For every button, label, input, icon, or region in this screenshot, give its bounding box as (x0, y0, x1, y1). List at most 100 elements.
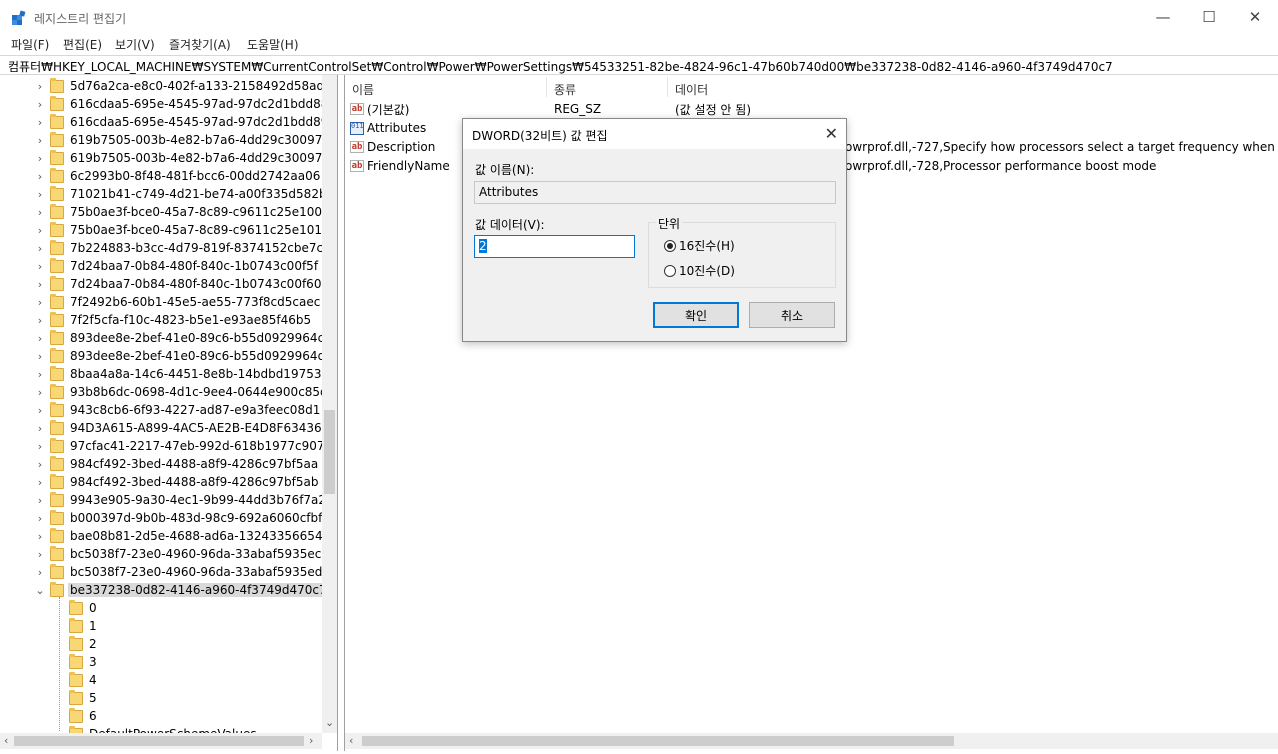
collapsed-chevron-icon[interactable]: › (33, 278, 47, 291)
menu-file[interactable]: 파일(F) (11, 36, 49, 53)
collapsed-chevron-icon[interactable]: › (33, 314, 47, 327)
value-row[interactable]: ab Description (350, 138, 435, 156)
folder-icon (50, 221, 64, 237)
tree-item-selected[interactable]: ⌄ be337238-0d82-4146-a960-4f3749d470c7 (33, 581, 329, 599)
tree-item[interactable]: › 7d24baa7-0b84-480f-840c-1b0743c00f5f (33, 257, 320, 275)
ok-button[interactable]: 확인 (653, 302, 739, 328)
column-divider[interactable] (667, 77, 668, 97)
tree-item[interactable]: › 893dee8e-2bef-41e0-89c6-b55d0929964d (33, 347, 327, 365)
collapsed-chevron-icon[interactable]: › (33, 368, 47, 381)
collapsed-chevron-icon[interactable]: › (33, 242, 47, 255)
menu-help[interactable]: 도움말(H) (247, 36, 299, 53)
collapsed-chevron-icon[interactable]: › (33, 80, 47, 93)
dialog-close-icon[interactable]: ✕ (825, 124, 838, 143)
tree-vertical-scrollbar[interactable] (322, 75, 337, 733)
tree-key-label: 619b7505-003b-4e82-b7a6-4dd29c300971 (70, 133, 330, 147)
scroll-right-arrow-icon[interactable]: › (309, 734, 313, 747)
tree-vertical-scroll-thumb[interactable] (324, 410, 335, 494)
tree-item[interactable]: › 984cf492-3bed-4488-a8f9-4286c97bf5ab (33, 473, 320, 491)
collapsed-chevron-icon[interactable]: › (33, 386, 47, 399)
tree-item[interactable]: › 7d24baa7-0b84-480f-840c-1b0743c00f60 (33, 275, 323, 293)
tree-item[interactable]: › 9943e905-9a30-4ec1-9b99-44dd3b76f7a2 (33, 491, 328, 509)
radio-hex[interactable]: 16진수(H) (664, 237, 735, 254)
tree-item[interactable]: › 616cdaa5-695e-4545-97ad-97dc2d1bdd88 (33, 95, 330, 113)
menu-view[interactable]: 보기(V) (115, 36, 155, 53)
collapsed-chevron-icon[interactable]: › (33, 134, 47, 147)
collapsed-chevron-icon[interactable]: › (33, 548, 47, 561)
tree-item[interactable]: › 7f2f5cfa-f10c-4823-b5e1-e93ae85f46b5 (33, 311, 313, 329)
value-row[interactable]: ab (기본값) (350, 100, 409, 118)
tree-item[interactable]: › bae08b81-2d5e-4688-ad6a-13243356654b (33, 527, 332, 545)
collapsed-chevron-icon[interactable]: › (33, 422, 47, 435)
tree-item[interactable]: › b000397d-9b0b-483d-98c9-692a6060cfbf (33, 509, 324, 527)
cancel-button[interactable]: 취소 (749, 302, 835, 328)
radio-dec-dot[interactable] (664, 264, 676, 277)
collapsed-chevron-icon[interactable]: › (33, 404, 47, 417)
column-header-type[interactable]: 종류 (554, 81, 576, 98)
list-horizontal-scroll-thumb[interactable] (362, 736, 954, 746)
tree-item[interactable]: › 7b224883-b3cc-4d79-819f-8374152cbe7c (33, 239, 325, 257)
radio-dec[interactable]: 10진수(D) (664, 262, 735, 279)
collapsed-chevron-icon[interactable]: › (33, 116, 47, 129)
radio-hex-dot[interactable] (664, 239, 676, 252)
tree-item[interactable]: › 7f2492b6-60b1-45e5-ae55-773f8cd5caec (33, 293, 322, 311)
collapsed-chevron-icon[interactable]: › (33, 512, 47, 525)
address-bar[interactable]: 컴퓨터₩HKEY_LOCAL_MACHINE₩SYSTEM₩CurrentCon… (0, 55, 1278, 75)
collapsed-chevron-icon[interactable]: › (33, 188, 47, 201)
tree-item[interactable]: › bc5038f7-23e0-4960-96da-33abaf5935ec (33, 545, 323, 563)
folder-icon (50, 545, 64, 561)
collapsed-chevron-icon[interactable]: › (33, 494, 47, 507)
tree-item[interactable]: › 97cfac41-2217-47eb-992d-618b1977c907 (33, 437, 327, 455)
tree-item[interactable]: › bc5038f7-23e0-4960-96da-33abaf5935ed (33, 563, 324, 581)
tree-horizontal-scroll-thumb[interactable] (14, 736, 304, 746)
folder-icon (50, 563, 64, 579)
tree-item[interactable]: › 619b7505-003b-4e82-b7a6-4dd29c300972 (33, 149, 332, 167)
window-title: 레지스트리 편집기 (34, 12, 127, 26)
tree-item[interactable]: › 6c2993b0-8f48-481f-bcc6-00dd2742aa06 (33, 167, 322, 185)
tree-item[interactable]: › 75b0ae3f-bce0-45a7-8c89-c9611c25e101 (33, 221, 324, 239)
tree-item[interactable]: › 616cdaa5-695e-4545-97ad-97dc2d1bdd89 (33, 113, 330, 131)
tree-item[interactable]: › 75b0ae3f-bce0-45a7-8c89-c9611c25e100 (33, 203, 324, 221)
collapsed-chevron-icon[interactable]: › (33, 476, 47, 489)
collapsed-chevron-icon[interactable]: › (33, 98, 47, 111)
collapsed-chevron-icon[interactable]: › (33, 440, 47, 453)
tree-item[interactable]: › 93b8b6dc-0698-4d1c-9ee4-0644e900c85d (33, 383, 330, 401)
collapsed-chevron-icon[interactable]: › (33, 170, 47, 183)
list-scroll-left-arrow-icon[interactable]: ‹ (349, 734, 353, 747)
folder-icon (50, 473, 64, 489)
menu-edit[interactable]: 편집(E) (63, 36, 102, 53)
maximize-button[interactable]: ☐ (1186, 0, 1232, 34)
collapsed-chevron-icon[interactable]: › (33, 350, 47, 363)
key-tree[interactable]: › 5d76a2ca-e8c0-402f-a133-2158492d58ad › 61… (0, 75, 338, 751)
collapsed-chevron-icon[interactable]: › (33, 566, 47, 579)
menu-favorites[interactable]: 즐겨찾기(A) (169, 36, 231, 53)
tree-item[interactable]: › 8baa4a8a-14c6-4451-8e8b-14bdbd197537 (33, 365, 331, 383)
value-data-input[interactable]: 2 (474, 235, 635, 258)
scroll-left-arrow-icon[interactable]: ‹ (4, 734, 8, 747)
collapsed-chevron-icon[interactable]: › (33, 458, 47, 471)
minimize-button[interactable]: — (1140, 0, 1186, 34)
column-header-name[interactable]: 이름 (352, 81, 374, 98)
collapsed-chevron-icon[interactable]: › (33, 260, 47, 273)
collapsed-chevron-icon[interactable]: › (33, 296, 47, 309)
collapsed-chevron-icon[interactable]: › (33, 224, 47, 237)
tree-item[interactable]: › 619b7505-003b-4e82-b7a6-4dd29c300971 (33, 131, 332, 149)
tree-item[interactable]: › 94D3A615-A899-4AC5-AE2B-E4D8F634367F (33, 419, 337, 437)
expanded-chevron-icon[interactable]: ⌄ (33, 584, 47, 597)
collapsed-chevron-icon[interactable]: › (33, 530, 47, 543)
tree-item[interactable]: › 893dee8e-2bef-41e0-89c6-b55d0929964c (33, 329, 326, 347)
tree-key-label: 3 (89, 655, 97, 669)
collapsed-chevron-icon[interactable]: › (33, 206, 47, 219)
value-row[interactable]: ab FriendlyName (350, 157, 450, 175)
tree-item[interactable]: › 5d76a2ca-e8c0-402f-a133-2158492d58ad (33, 77, 326, 95)
value-row[interactable]: 011 110Attributes (350, 119, 426, 137)
tree-item[interactable]: › 984cf492-3bed-4488-a8f9-4286c97bf5aa (33, 455, 320, 473)
column-header-data[interactable]: 데이터 (675, 81, 708, 98)
close-button[interactable]: ✕ (1232, 0, 1278, 34)
tree-item[interactable]: › 71021b41-c749-4d21-be74-a00f335d582b (33, 185, 329, 203)
tree-item[interactable]: › 943c8cb6-6f93-4227-ad87-e9a3feec08d1 (33, 401, 322, 419)
column-divider[interactable] (546, 77, 547, 97)
collapsed-chevron-icon[interactable]: › (33, 332, 47, 345)
scroll-down-arrow-icon[interactable]: ⌄ (325, 716, 334, 729)
collapsed-chevron-icon[interactable]: › (33, 152, 47, 165)
